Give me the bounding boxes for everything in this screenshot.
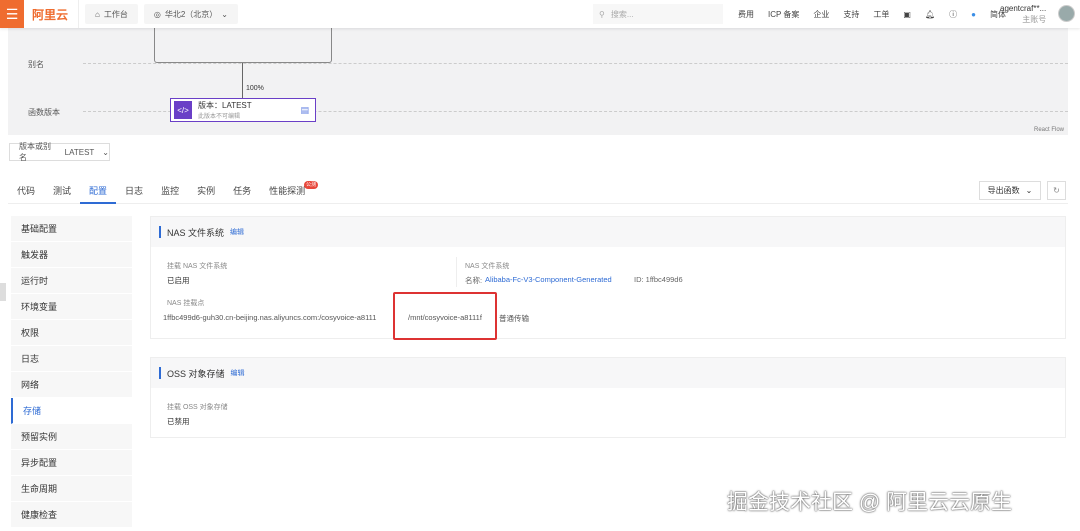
region-label: 华北2（北京） [164, 9, 218, 19]
version-label: 函数版本 [28, 108, 60, 117]
export-label: 导出函数 [987, 186, 1020, 195]
flow-edge [154, 28, 332, 63]
version-select-label: 版本或别名 [19, 142, 51, 162]
sidebar-item-env[interactable]: 环境变量 [11, 294, 132, 320]
tab-instances[interactable]: 实例 [188, 178, 224, 204]
alias-label: 别名 [28, 60, 44, 69]
sidebar-item-provisioned[interactable]: 预留实例 [11, 424, 132, 450]
home-icon: ⌂ [95, 9, 100, 19]
tab-perf-label: 性能探测 [269, 186, 306, 196]
oss-edit-link[interactable]: 编辑 [231, 368, 245, 378]
user-menu[interactable]: agentcraf**... 主账号 [1000, 3, 1046, 25]
nav-icp[interactable]: ICP 备案 [768, 9, 799, 20]
refresh-icon: ↻ [1053, 186, 1060, 195]
react-flow-credit[interactable]: React Flow [1034, 127, 1064, 133]
collapse-handle[interactable] [0, 283, 6, 301]
chevron-down-icon: ⌄ [221, 9, 228, 19]
sidebar-item-permissions[interactable]: 权限 [11, 320, 132, 346]
traffic-percent: 100% [246, 85, 264, 92]
oss-title: OSS 对象存储 [167, 368, 225, 379]
nas-mount-point-label: NAS 挂载点 [167, 300, 205, 307]
tab-perf[interactable]: 性能探测 公测 [260, 178, 319, 204]
sidebar-item-lifecycle[interactable]: 生命周期 [11, 476, 132, 502]
search-placeholder: 搜索... [610, 9, 634, 19]
version-select[interactable]: 版本或别名 LATEST ⌄ [9, 142, 110, 162]
nas-name-link[interactable]: Alibaba-Fc-V3-Component-Generated [485, 275, 612, 284]
nas-card: NAS 文件系统 编辑 挂载 NAS 文件系统 已启用 NAS 文件系统 名称: … [150, 216, 1066, 339]
search-input[interactable]: ⚲ 搜索... [593, 4, 723, 24]
beta-badge: 公测 [304, 181, 319, 189]
nas-edit-link[interactable]: 编辑 [230, 227, 244, 237]
nas-mount-label: 挂载 NAS 文件系统 [167, 263, 228, 270]
nav-enterprise[interactable]: 企业 [813, 9, 829, 20]
watermark: 掘金技术社区 @ 阿里云云原生 [727, 491, 1012, 514]
node-title: 版本：LATEST [198, 101, 252, 110]
nas-title: NAS 文件系统 [167, 227, 225, 238]
nas-fs-label: NAS 文件系统 [465, 263, 510, 270]
nas-transfer-mode: 普通传输 [499, 314, 529, 323]
section-marker [159, 367, 161, 379]
tab-logs[interactable]: 日志 [116, 178, 152, 204]
sidebar-item-runtime[interactable]: 运行时 [11, 268, 132, 294]
tab-code[interactable]: 代码 [8, 178, 44, 204]
help-icon[interactable]: ⓘ [949, 9, 957, 20]
document-icon[interactable]: ▤ [300, 105, 309, 116]
alias-lane [83, 63, 1068, 64]
function-tabs: 代码 测试 配置 日志 监控 实例 任务 性能探测 公测 [8, 178, 1068, 204]
location-icon: ◎ [153, 9, 161, 19]
flow-edge-connector [242, 63, 243, 98]
sidebar-item-storage[interactable]: 存储 [11, 398, 132, 424]
nav-ticket[interactable]: 工单 [873, 9, 889, 20]
workbench-label: 工作台 [103, 9, 128, 19]
sidebar-item-triggers[interactable]: 触发器 [11, 242, 132, 268]
config-sidebar: 基础配置 触发器 运行时 环境变量 权限 日志 网络 存储 预留实例 异步配置 … [11, 216, 132, 528]
chevron-down-icon: ⌄ [1025, 186, 1033, 195]
sidebar-item-async[interactable]: 异步配置 [11, 450, 132, 476]
code-icon: </> [174, 101, 192, 119]
search-icon: ⚲ [599, 9, 605, 19]
node-subtitle: 此版本不可编辑 [198, 114, 241, 120]
avatar[interactable] [1058, 5, 1075, 22]
divider [456, 257, 457, 287]
logo[interactable]: 阿里云 [24, 0, 80, 28]
version-select-value: LATEST [64, 147, 95, 157]
tab-tasks[interactable]: 任务 [224, 178, 260, 204]
terminal-icon[interactable]: ▣ [903, 10, 911, 19]
nas-name-label: 名称: [465, 276, 483, 285]
export-function-button[interactable]: 导出函数 ⌄ [979, 181, 1041, 200]
refresh-button[interactable]: ↻ [1047, 181, 1066, 200]
assistant-icon[interactable]: ● [971, 10, 976, 19]
region-select[interactable]: ◎ 华北2（北京） ⌄ [143, 4, 238, 24]
bell-icon[interactable]: 🔔︎ [925, 10, 935, 19]
nav-fees[interactable]: 费用 [738, 9, 754, 20]
nas-mount-value: 已启用 [167, 276, 190, 285]
nav-support[interactable]: 支持 [843, 9, 859, 20]
tab-config[interactable]: 配置 [80, 178, 117, 204]
sidebar-item-health[interactable]: 健康检查 [11, 502, 132, 528]
top-nav: 费用 ICP 备案 企业 支持 工单 ▣ 🔔︎ ⓘ ● 简体 [738, 0, 1006, 28]
chevron-down-icon: ⌄ [102, 147, 109, 157]
workbench-button[interactable]: ⌂ 工作台 [85, 4, 138, 24]
oss-mount-value: 已禁用 [167, 417, 190, 426]
oss-mount-label: 挂载 OSS 对象存储 [167, 404, 228, 411]
sidebar-item-basic[interactable]: 基础配置 [11, 216, 132, 242]
highlight-box [393, 292, 497, 340]
version-flow-canvas[interactable]: 别名 100% 函数版本 </> 版本：LATEST 此版本不可编辑 ▤ Reac… [8, 28, 1068, 135]
user-role: 主账号 [1022, 15, 1047, 24]
version-node[interactable]: </> 版本：LATEST 此版本不可编辑 ▤ [170, 98, 316, 122]
logo-text: 阿里云 [32, 7, 69, 22]
tab-test[interactable]: 测试 [44, 178, 80, 204]
section-marker [159, 226, 161, 238]
tab-monitor[interactable]: 监控 [152, 178, 188, 204]
nas-mount-point: 1ffbc499d6-guh30.cn-beijing.nas.aliyuncs… [163, 313, 377, 322]
username: agentcraf**... [1000, 4, 1047, 13]
menu-icon[interactable]: ☰ [0, 0, 24, 28]
sidebar-item-logs[interactable]: 日志 [11, 346, 132, 372]
sidebar-item-network[interactable]: 网络 [11, 372, 132, 398]
nas-id: ID: 1ffbc499d6 [634, 275, 683, 284]
oss-card: OSS 对象存储 编辑 挂载 OSS 对象存储 已禁用 [150, 357, 1066, 438]
